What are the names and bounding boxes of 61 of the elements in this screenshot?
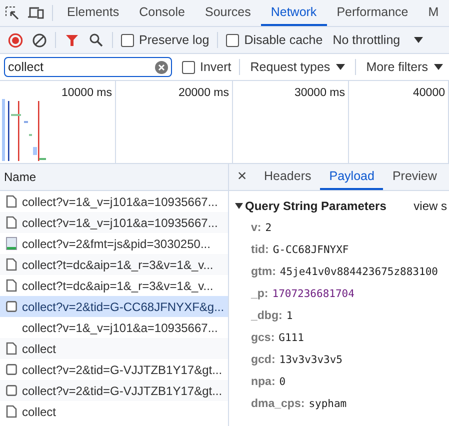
panel-tab[interactable]: Elements — [57, 0, 130, 26]
square-icon — [6, 300, 17, 313]
square-icon — [6, 363, 17, 376]
param-key: v: — [251, 222, 262, 234]
param-key: gcs: — [251, 332, 275, 344]
invert-checkbox[interactable]: Invert — [178, 54, 236, 80]
param-key: _dbg: — [251, 310, 282, 322]
disable-cache-checkbox[interactable]: Disable cache — [222, 27, 327, 53]
image-icon — [6, 237, 17, 250]
expand-arrow-icon[interactable] — [235, 202, 243, 210]
document-icon — [6, 195, 17, 208]
view-source-link[interactable]: view s — [414, 199, 447, 213]
request-types-dropdown[interactable]: Request types — [244, 54, 352, 80]
param-value: G-CC68JFNYXF — [272, 244, 349, 256]
detail-tab[interactable]: Preview — [383, 164, 446, 190]
param-key: gcd: — [251, 354, 276, 366]
request-row[interactable]: collect?t=dc&aip=1&_r=3&v=1&_v... — [0, 254, 228, 275]
detail-tab[interactable]: Payload — [320, 164, 384, 190]
request-row[interactable]: collect — [0, 338, 228, 359]
more-filters-dropdown[interactable]: More filters — [360, 54, 449, 80]
param-key: tid: — [251, 244, 269, 256]
param-value: 0 — [279, 376, 286, 388]
param-value: 2 — [265, 222, 272, 234]
section-title: Query String Parameters — [245, 199, 386, 213]
preserve-log-checkbox[interactable]: Preserve log — [117, 27, 214, 53]
request-row[interactable]: collect?v=2&tid=G-CC68JFNYXF&g... — [0, 296, 228, 317]
time-tick-label: 40000 — [413, 87, 445, 99]
caret-icon — [434, 64, 444, 70]
param-value: 45je41v0v884423675z883100 — [280, 266, 438, 278]
request-row[interactable]: collect?v=1&_v=j101&a=10935667... — [0, 212, 228, 233]
caret-icon — [336, 64, 346, 70]
param-key: gtm: — [251, 266, 276, 278]
request-row[interactable]: collect?v=2&tid=G-VJJTZB1Y17&gt... — [0, 380, 228, 401]
param-value: 1 — [286, 310, 293, 322]
filter-input[interactable]: collect — [4, 57, 172, 77]
close-icon[interactable]: × — [229, 164, 255, 190]
square-icon — [6, 384, 17, 397]
document-icon — [6, 342, 17, 355]
panel-tab[interactable]: M — [418, 0, 449, 26]
param-key: _p: — [251, 288, 268, 300]
panel-tab[interactable]: Sources — [194, 0, 261, 26]
param-key: npa: — [251, 376, 276, 388]
document-icon — [6, 216, 17, 229]
time-tick-label: 10000 ms — [61, 87, 112, 99]
param-value: sypham — [308, 398, 347, 410]
time-tick-label: 20000 ms — [178, 87, 229, 99]
detail-tab[interactable]: Headers — [255, 164, 320, 190]
param-value: 1707236681704 — [272, 288, 354, 300]
caret-icon — [414, 37, 424, 43]
panel-tab[interactable]: Console — [129, 0, 195, 26]
param-value: G111 — [278, 332, 304, 344]
document-icon — [6, 279, 17, 292]
document-icon — [6, 405, 17, 418]
clear-icon[interactable] — [155, 60, 168, 74]
time-tick-label: 30000 ms — [294, 87, 345, 99]
panel-tab[interactable]: Performance — [326, 0, 418, 26]
throttling-dropdown[interactable]: No throttling — [326, 27, 430, 53]
document-icon — [6, 258, 17, 271]
param-key: dma_cps: — [251, 398, 305, 410]
column-header: Name — [4, 170, 36, 184]
param-value: 13v3v3v3v5 — [279, 354, 342, 366]
